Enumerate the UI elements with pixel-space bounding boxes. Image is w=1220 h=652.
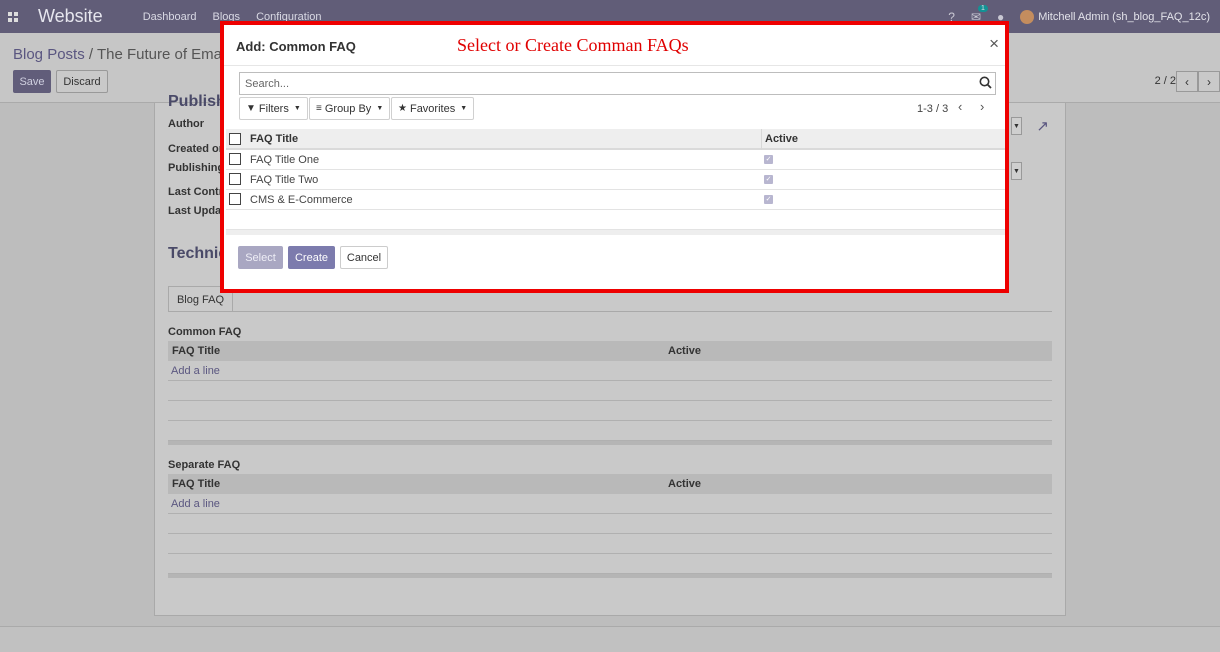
chevron-down-icon: ▼	[376, 105, 384, 112]
col-faq-title[interactable]: FAQ Title	[250, 133, 298, 145]
publishing-label: Publishing	[168, 162, 225, 174]
table-footer	[168, 441, 1052, 445]
table-header: FAQ Title Active	[168, 341, 1052, 361]
table-row	[168, 554, 1052, 574]
table-header: FAQ Title Active	[168, 474, 1052, 494]
column-divider	[761, 129, 762, 150]
common-faq-table: FAQ Title Active Add a line	[168, 341, 1052, 445]
faq-title-cell: CMS & E-Commerce	[250, 194, 353, 206]
add-a-line-link[interactable]: Add a line	[171, 498, 220, 510]
row-checkbox[interactable]	[229, 193, 241, 205]
active-checkbox-icon: ✓	[764, 175, 773, 184]
created-on-label: Created on	[168, 143, 226, 155]
list-footer	[226, 230, 1005, 235]
dialog-title: Add: Common FAQ	[236, 39, 356, 54]
list-item[interactable]: CMS & E-Commerce ✓	[226, 190, 1005, 210]
chevron-down-icon: ▼	[293, 105, 301, 112]
search-icon[interactable]	[979, 76, 992, 92]
filters-button[interactable]: ▼ Filters ▼	[239, 97, 308, 120]
faq-title-cell: FAQ Title Two	[250, 174, 319, 186]
menu-item-dashboard[interactable]: Dashboard	[143, 11, 197, 23]
pager-next-button[interactable]: ›	[1198, 71, 1220, 92]
publishing-dropdown-icon[interactable]: ▼	[1011, 162, 1022, 180]
list-icon: ≡	[316, 103, 322, 114]
empty-row	[226, 210, 1005, 230]
filter-icon: ▼	[246, 103, 256, 114]
add-common-faq-dialog: Add: Common FAQ Select or Create Comman …	[220, 21, 1009, 293]
previous-page-icon[interactable]: ‹	[958, 99, 962, 114]
breadcrumb-parent[interactable]: Blog Posts	[13, 46, 85, 63]
faq-list: FAQ Title Active FAQ Title One ✓ FAQ Tit…	[226, 129, 1005, 235]
table-row	[168, 421, 1052, 441]
breadcrumb-separator: /	[88, 46, 94, 63]
table-row	[168, 534, 1052, 554]
list-header: FAQ Title Active	[226, 129, 1005, 150]
create-button[interactable]: Create	[288, 246, 335, 269]
list-item[interactable]: FAQ Title Two ✓	[226, 170, 1005, 190]
table-footer	[168, 574, 1052, 578]
row-checkbox[interactable]	[229, 153, 241, 165]
user-menu[interactable]: Mitchell Admin (sh_blog_FAQ_12c)	[1038, 11, 1210, 23]
cancel-button[interactable]: Cancel	[340, 246, 388, 269]
separate-faq-title: Separate FAQ	[168, 459, 241, 471]
pager-previous-button[interactable]: ‹	[1176, 71, 1198, 92]
annotation-caption: Select or Create Comman FAQs	[457, 35, 689, 55]
star-icon: ★	[398, 103, 407, 114]
app-name[interactable]: Website	[38, 6, 103, 27]
record-counter: 1-3 / 3	[917, 103, 949, 115]
table-row: Add a line	[168, 494, 1052, 514]
select-all-checkbox[interactable]	[229, 133, 241, 145]
external-link-icon[interactable]: ↗	[1036, 117, 1049, 135]
close-icon[interactable]: ×	[989, 34, 999, 54]
group-by-button[interactable]: ≡ Group By ▼	[309, 97, 391, 120]
tab-divider	[168, 311, 1052, 312]
active-checkbox-icon: ✓	[764, 155, 773, 164]
author-dropdown-icon[interactable]: ▼	[1011, 117, 1022, 135]
apps-menu-icon[interactable]	[0, 0, 26, 33]
separate-faq-table: FAQ Title Active Add a line	[168, 474, 1052, 578]
table-row	[168, 514, 1052, 534]
col-active[interactable]: Active	[668, 345, 701, 357]
avatar	[1020, 9, 1035, 24]
save-button[interactable]: Save	[13, 70, 51, 93]
next-page-icon[interactable]: ›	[980, 99, 984, 114]
search-input[interactable]	[240, 73, 960, 94]
dialog-header: Add: Common FAQ Select or Create Comman …	[224, 25, 1005, 66]
add-a-line-link[interactable]: Add a line	[171, 365, 220, 377]
discard-button[interactable]: Discard	[56, 70, 108, 93]
select-button[interactable]: Select	[238, 246, 283, 269]
col-active[interactable]: Active	[668, 478, 701, 490]
faq-title-cell: FAQ Title One	[250, 154, 320, 166]
row-checkbox[interactable]	[229, 173, 241, 185]
record-pager: 2 / 2	[1154, 75, 1176, 87]
favorites-button[interactable]: ★ Favorites ▼	[391, 97, 475, 120]
favorites-label: Favorites	[409, 102, 456, 115]
list-item[interactable]: FAQ Title One ✓	[226, 150, 1005, 170]
common-faq-title: Common FAQ	[168, 326, 242, 338]
col-faq-title[interactable]: FAQ Title	[172, 345, 220, 357]
active-checkbox-icon: ✓	[764, 195, 773, 204]
col-faq-title[interactable]: FAQ Title	[172, 478, 220, 490]
chevron-down-icon: ▼	[460, 105, 468, 112]
breadcrumb: Blog Posts / The Future of Emails	[13, 46, 236, 63]
table-row	[168, 401, 1052, 421]
chatter-bar	[0, 626, 1220, 652]
breadcrumb-current: The Future of Emails	[96, 46, 237, 63]
message-count-badge: 1	[978, 4, 988, 12]
table-row: Add a line	[168, 361, 1052, 381]
table-row	[168, 381, 1052, 401]
filters-label: Filters	[258, 102, 289, 115]
group-by-label: Group By	[324, 102, 372, 115]
search-bar	[239, 72, 996, 95]
author-label: Author	[168, 118, 205, 130]
col-active[interactable]: Active	[765, 133, 798, 145]
